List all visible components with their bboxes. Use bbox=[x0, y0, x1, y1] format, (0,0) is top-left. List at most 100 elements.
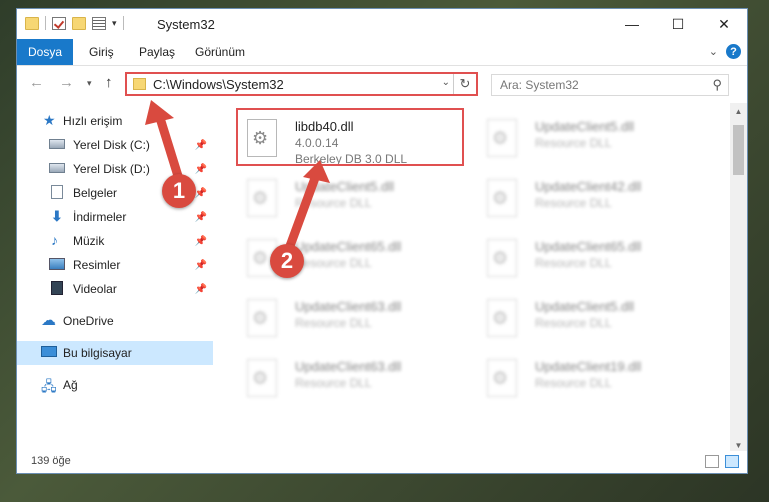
search-icon[interactable]: ⚲ bbox=[712, 77, 722, 93]
navigation-bar: ← → ▾ ↑ C:\Windows\System32 ⌄ ↻ Ara: Sys… bbox=[17, 66, 747, 102]
dll-file-gear-icon bbox=[487, 179, 517, 217]
dll-file-gear-icon bbox=[487, 239, 517, 277]
file-highlight-box bbox=[236, 108, 464, 166]
video-icon bbox=[51, 281, 63, 295]
file-name: UpdateClient63.dll bbox=[295, 359, 402, 374]
file-name: UpdateClient63.dll bbox=[295, 299, 402, 314]
properties-icon[interactable] bbox=[92, 16, 106, 30]
folder-icon bbox=[133, 78, 146, 90]
pin-icon: 📌 bbox=[194, 283, 207, 295]
disk-icon bbox=[49, 163, 65, 173]
file-item[interactable]: UpdateClient63.dll Resource DLL bbox=[237, 353, 467, 407]
file-name: UpdateClient5.dll bbox=[535, 299, 635, 314]
dll-file-gear-icon bbox=[487, 299, 517, 337]
nav-item-this-pc[interactable]: Bu bilgisayar bbox=[17, 341, 213, 365]
file-name: UpdateClient65.dll bbox=[535, 239, 642, 254]
details-view-icon[interactable] bbox=[705, 455, 719, 468]
properties-check-icon[interactable] bbox=[52, 16, 66, 30]
up-arrow-icon[interactable]: ↑ bbox=[105, 74, 113, 91]
star-icon: ★ bbox=[43, 112, 56, 128]
file-description: Resource DLL bbox=[295, 256, 372, 270]
vertical-scrollbar[interactable]: ▲ ▼ bbox=[730, 103, 747, 453]
search-box[interactable]: Ara: System32 ⚲ bbox=[491, 74, 729, 96]
tab-home[interactable]: Giriş bbox=[89, 39, 114, 65]
pin-icon: 📌 bbox=[194, 139, 207, 151]
file-description: Resource DLL bbox=[295, 316, 372, 330]
navigation-pane: ★ Hızlı erişim Yerel Disk (C:) 📌 Yerel D… bbox=[17, 103, 213, 453]
recent-locations-dropdown-icon[interactable]: ▾ bbox=[87, 78, 92, 89]
nav-item-label: OneDrive bbox=[63, 314, 114, 328]
document-icon bbox=[51, 185, 63, 199]
back-arrow-icon[interactable]: ← bbox=[29, 74, 44, 91]
status-bar: 139 öğe bbox=[17, 451, 747, 473]
new-folder-icon[interactable] bbox=[72, 16, 86, 30]
pictures-icon bbox=[49, 258, 65, 270]
nav-item-label: Yerel Disk (C:) bbox=[73, 138, 150, 152]
address-bar[interactable]: C:\Windows\System32 ⌄ ↻ bbox=[125, 72, 478, 96]
tab-share[interactable]: Paylaş bbox=[139, 39, 175, 65]
forward-arrow-icon[interactable]: → bbox=[59, 74, 74, 91]
nav-item-label: Resimler bbox=[73, 258, 121, 272]
ribbon-tabs: Dosya Giriş Paylaş Görünüm ⌄ ? bbox=[17, 39, 747, 66]
help-icon[interactable]: ? bbox=[726, 44, 741, 59]
scrollbar-thumb[interactable] bbox=[733, 125, 744, 175]
pin-icon: 📌 bbox=[194, 163, 207, 175]
nav-item-videos[interactable]: Videolar 📌 bbox=[17, 277, 213, 301]
pin-icon: 📌 bbox=[194, 235, 207, 247]
dll-file-gear-icon bbox=[487, 359, 517, 397]
file-name: UpdateClient5.dll bbox=[295, 179, 395, 194]
title-bar: ▾ System32 — ☐ ✕ bbox=[17, 9, 747, 39]
file-name: UpdateClient65.dll bbox=[295, 239, 402, 254]
large-icons-view-icon[interactable] bbox=[725, 455, 739, 468]
nav-item-label: İndirmeler bbox=[73, 210, 127, 224]
file-description: Resource DLL bbox=[535, 316, 612, 330]
file-description: Resource DLL bbox=[295, 196, 372, 210]
close-button[interactable]: ✕ bbox=[701, 9, 747, 39]
pin-icon: 📌 bbox=[194, 211, 207, 223]
file-name: UpdateClient19.dll bbox=[535, 359, 642, 374]
tab-view[interactable]: Görünüm bbox=[195, 39, 245, 65]
nav-item-local-disk-c[interactable]: Yerel Disk (C:) 📌 bbox=[17, 133, 213, 157]
nav-item-onedrive[interactable]: ☁ OneDrive bbox=[17, 309, 213, 333]
computer-icon bbox=[41, 346, 57, 357]
address-path[interactable]: C:\Windows\System32 bbox=[153, 77, 284, 92]
nav-item-music[interactable]: ♪ Müzik 📌 bbox=[17, 229, 213, 253]
nav-item-label: Belgeler bbox=[73, 186, 118, 200]
maximize-button[interactable]: ☐ bbox=[655, 9, 701, 39]
search-placeholder[interactable]: Ara: System32 bbox=[500, 78, 579, 92]
file-description: Resource DLL bbox=[535, 196, 612, 210]
tab-file[interactable]: Dosya bbox=[17, 39, 73, 65]
explorer-window: ▾ System32 — ☐ ✕ Dosya Giriş Paylaş Görü… bbox=[16, 8, 748, 474]
file-item[interactable]: UpdateClient5.dll Resource DLL bbox=[477, 113, 707, 167]
file-description: Resource DLL bbox=[535, 376, 612, 390]
file-item[interactable]: UpdateClient63.dll Resource DLL bbox=[237, 293, 467, 347]
nav-item-network[interactable]: 🖧 Ağ bbox=[17, 373, 213, 397]
dll-file-gear-icon bbox=[247, 299, 277, 337]
item-count: 139 öğe bbox=[31, 455, 71, 467]
file-description: Resource DLL bbox=[535, 136, 612, 150]
file-name: UpdateClient42.dll bbox=[535, 179, 642, 194]
address-dropdown-icon[interactable]: ⌄ bbox=[442, 77, 450, 88]
file-item[interactable]: UpdateClient19.dll Resource DLL bbox=[477, 353, 707, 407]
file-item[interactable]: UpdateClient5.dll Resource DLL bbox=[237, 173, 467, 227]
file-description: Resource DLL bbox=[295, 376, 372, 390]
nav-item-downloads[interactable]: ⬇ İndirmeler 📌 bbox=[17, 205, 213, 229]
nav-item-label: Videolar bbox=[73, 282, 117, 296]
file-item[interactable]: UpdateClient65.dll Resource DLL bbox=[477, 233, 707, 287]
customize-toolbar-dropdown-icon[interactable]: ▾ bbox=[112, 18, 117, 29]
file-item[interactable]: UpdateClient42.dll Resource DLL bbox=[477, 173, 707, 227]
step-marker-2: 2 bbox=[270, 244, 304, 278]
file-item[interactable]: UpdateClient5.dll Resource DLL bbox=[477, 293, 707, 347]
minimize-button[interactable]: — bbox=[609, 9, 655, 39]
refresh-icon[interactable]: ↻ bbox=[453, 74, 476, 94]
nav-item-pictures[interactable]: Resimler 📌 bbox=[17, 253, 213, 277]
window-title: System32 bbox=[157, 17, 215, 32]
disk-icon bbox=[49, 139, 65, 149]
nav-item-label: Ağ bbox=[63, 378, 78, 392]
folder-icon bbox=[25, 16, 39, 30]
scroll-up-icon[interactable]: ▲ bbox=[730, 103, 747, 119]
nav-item-quick-access[interactable]: ★ Hızlı erişim bbox=[17, 109, 213, 133]
expand-ribbon-chevron-icon[interactable]: ⌄ bbox=[709, 45, 718, 58]
toolbar-divider bbox=[122, 16, 124, 30]
nav-item-label: Hızlı erişim bbox=[63, 114, 123, 128]
